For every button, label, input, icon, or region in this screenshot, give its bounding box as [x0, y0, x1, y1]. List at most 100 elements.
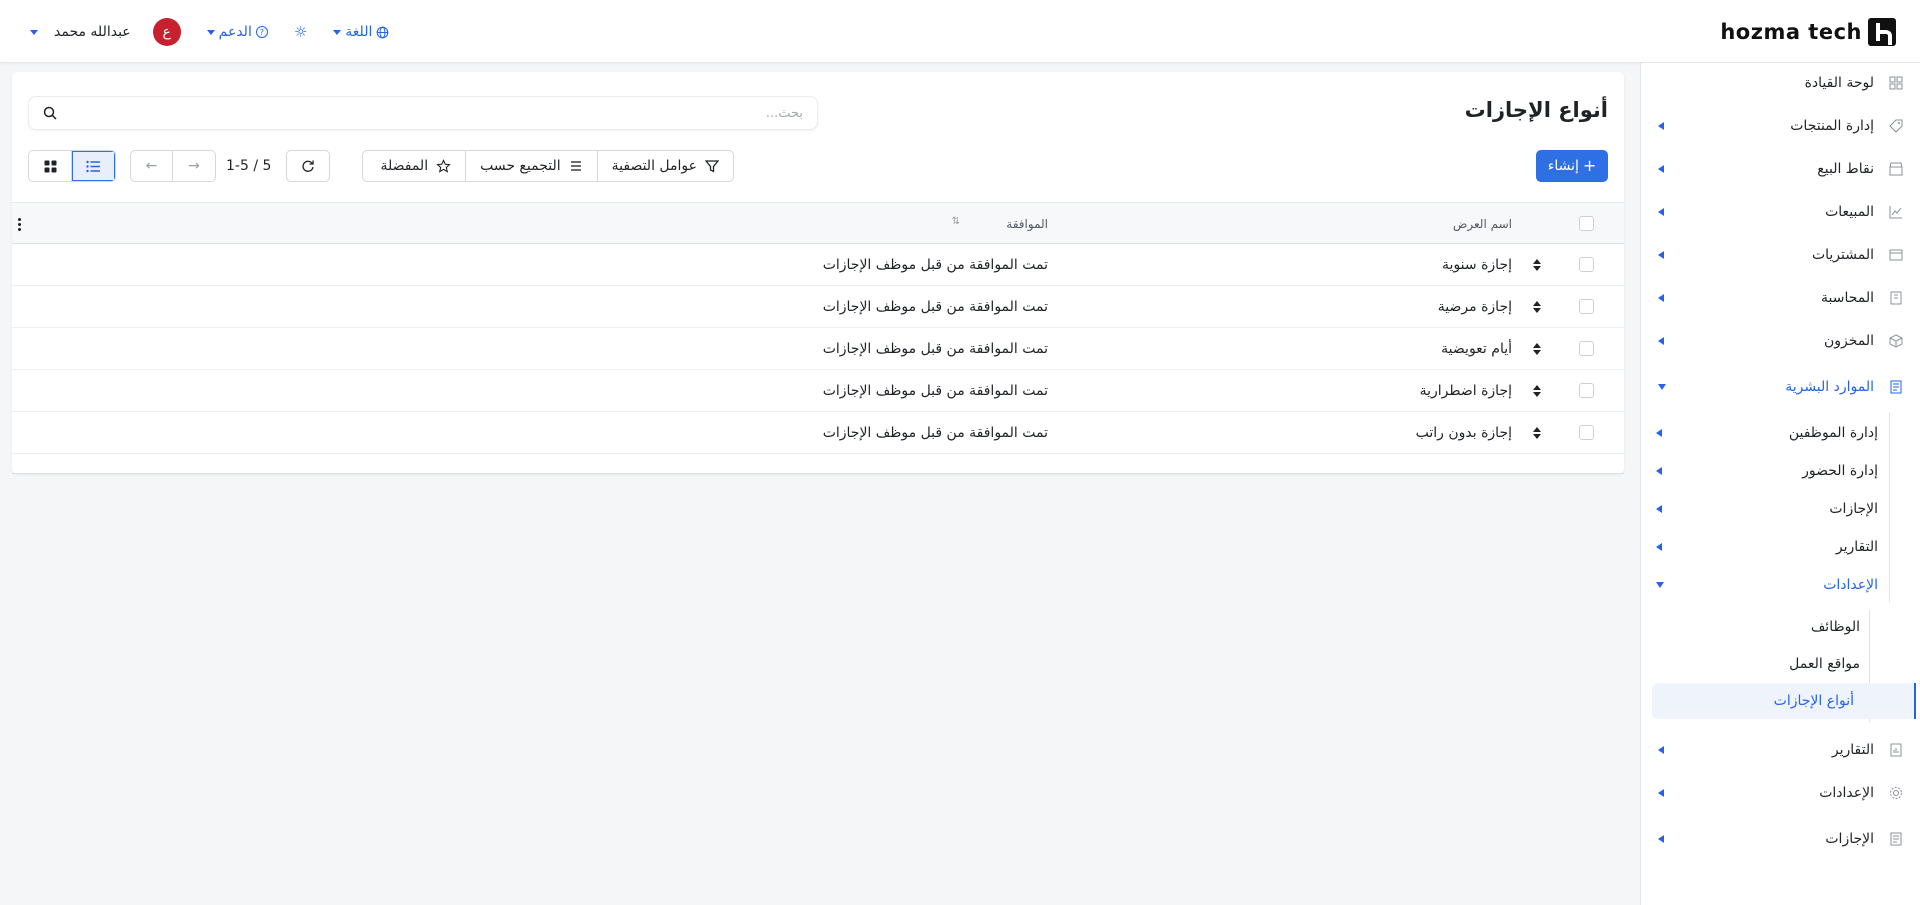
row-checkbox[interactable]: [1579, 341, 1594, 356]
sidebar-item-sales[interactable]: المبيعات: [1640, 194, 1920, 230]
chevron-left-icon: [1658, 251, 1664, 259]
row-checkbox[interactable]: [1579, 257, 1594, 272]
column-header-name[interactable]: اسم العرض: [1453, 203, 1512, 245]
sidebar-subitem-reports[interactable]: التقارير: [1648, 530, 1880, 564]
drag-handle-icon[interactable]: [1532, 341, 1542, 357]
dashboard-grid-icon: [1888, 75, 1904, 91]
search-icon[interactable]: [43, 106, 57, 120]
chart-line-icon: [1888, 204, 1904, 220]
chevron-left-icon: [1656, 505, 1662, 513]
sort-icon[interactable]: ⇅: [952, 216, 960, 227]
support-menu[interactable]: الدعم ?: [206, 24, 268, 40]
avatar[interactable]: ع: [152, 18, 181, 46]
sidebar-item-label: التقارير: [1831, 742, 1874, 758]
group-by-button[interactable]: التجميع حسب: [465, 151, 597, 181]
sidebar-leaf-label: الوظائف: [1810, 619, 1860, 635]
sidebar-item-label: الموارد البشرية: [1785, 379, 1874, 395]
store-icon: [1888, 161, 1904, 177]
sidebar-item-inventory[interactable]: المخزون: [1640, 323, 1920, 359]
refresh-button[interactable]: [286, 150, 330, 182]
sidebar-item-label: إدارة المنتجات: [1790, 118, 1874, 134]
filter-toolbar: عوامل التصفية التجميع حسب المفضلة: [362, 150, 734, 182]
sidebar-subitem-leaves[interactable]: الإجازات: [1648, 492, 1880, 526]
view-toggle: [28, 150, 116, 182]
sidebar-item-hr[interactable]: الموارد البشرية: [1640, 369, 1920, 405]
column-header-approval[interactable]: الموافقة: [1006, 203, 1048, 245]
search-input[interactable]: [57, 105, 803, 121]
chevron-left-icon: [1656, 543, 1662, 551]
table-row[interactable]: إجازة سنوية تمت الموافقة من قبل موظف الإ…: [12, 244, 1624, 286]
chevron-left-icon: [1658, 294, 1664, 302]
sidebar-item-purchases[interactable]: المشتريات: [1640, 237, 1920, 273]
cell-name: إجازة اضطرارية: [1419, 383, 1512, 399]
filters-button[interactable]: عوامل التصفية: [596, 151, 733, 181]
drag-handle-icon[interactable]: [1532, 299, 1542, 315]
sidebar-item-accounting[interactable]: المحاسبة: [1640, 280, 1920, 316]
sidebar-item-label: لوحة القيادة: [1804, 75, 1874, 91]
theme-toggle-sun-icon[interactable]: ☼: [294, 23, 307, 41]
sidebar-item-dashboard[interactable]: لوحة القيادة: [1640, 65, 1920, 101]
sidebar: لوحة القيادة إدارة المنتجات نقاط البيع ا…: [1640, 63, 1920, 905]
table-row[interactable]: إجازة اضطرارية تمت الموافقة من قبل موظف …: [12, 370, 1624, 412]
chevron-left-icon: [1656, 429, 1662, 437]
chevron-left-icon: [1658, 746, 1664, 754]
user-menu[interactable]: عبدالله محمد ع: [30, 18, 181, 46]
sidebar-leaf-work-locations[interactable]: مواقع العمل: [1656, 646, 1920, 682]
list-icon: [86, 160, 100, 172]
cell-approval: تمت الموافقة من قبل موظف الإجازات: [822, 341, 1048, 357]
sidebar-leaf-leave-types[interactable]: أنواع الإجازات: [1652, 683, 1916, 719]
grid-icon: [44, 160, 56, 172]
chevron-down-icon: [1658, 384, 1666, 390]
sidebar-item-leaves[interactable]: الإجازات: [1640, 821, 1920, 857]
next-page-button[interactable]: →: [173, 151, 215, 181]
sidebar-subitem-label: الإجازات: [1829, 501, 1878, 517]
building-icon: [1888, 290, 1904, 306]
previous-page-button[interactable]: ←: [131, 151, 174, 181]
sidebar-leaf-label: أنواع الإجازات: [1773, 693, 1854, 709]
sidebar-subitem-attendance[interactable]: إدارة الحضور: [1648, 454, 1880, 488]
table-row[interactable]: إجازة مرضية تمت الموافقة من قبل موظف الإ…: [12, 286, 1624, 328]
create-label: إنشاء: [1547, 158, 1579, 174]
create-button[interactable]: + إنشاء: [1536, 150, 1608, 182]
drag-handle-icon[interactable]: [1532, 257, 1542, 273]
row-checkbox[interactable]: [1579, 425, 1594, 440]
drag-handle-icon[interactable]: [1532, 425, 1542, 441]
kanban-view-button[interactable]: [29, 151, 73, 181]
column-options-icon[interactable]: [16, 215, 22, 233]
row-checkbox[interactable]: [1579, 299, 1594, 314]
sidebar-subitem-label: الإعدادات: [1823, 577, 1878, 593]
row-checkbox[interactable]: [1579, 383, 1594, 398]
pager-buttons: ← →: [130, 150, 216, 182]
star-icon: [436, 158, 451, 173]
filters-label: عوامل التصفية: [611, 158, 697, 174]
help-icon: ?: [255, 26, 268, 38]
plus-icon: +: [1582, 156, 1597, 175]
chevron-left-icon: [1658, 337, 1664, 345]
chevron-left-icon: [1658, 789, 1664, 797]
table-row[interactable]: إجازة بدون راتب تمت الموافقة من قبل موظف…: [12, 412, 1624, 454]
language-menu[interactable]: اللغة: [333, 24, 389, 40]
sidebar-subitem-employees[interactable]: إدارة الموظفين: [1648, 416, 1880, 450]
chevron-down-icon: [206, 29, 215, 35]
box-icon: [1888, 333, 1904, 349]
sidebar-item-settings[interactable]: الإعدادات: [1640, 775, 1920, 811]
table-row[interactable]: أيام تعويضية تمت الموافقة من قبل موظف ال…: [12, 328, 1624, 370]
chevron-left-icon: [1658, 835, 1664, 843]
table-header: اسم العرض الموافقة ⇅: [12, 202, 1624, 244]
list-view-button[interactable]: [72, 151, 115, 181]
drag-handle-icon[interactable]: [1532, 383, 1542, 399]
sidebar-item-products[interactable]: إدارة المنتجات: [1640, 108, 1920, 144]
group-by-label: التجميع حسب: [480, 158, 561, 174]
report-icon: [1888, 742, 1904, 758]
tag-icon: [1888, 118, 1904, 134]
sidebar-subitem-settings[interactable]: الإعدادات: [1648, 568, 1880, 602]
cell-approval: تمت الموافقة من قبل موظف الإجازات: [822, 257, 1048, 273]
brand-name: hozma tech: [1720, 20, 1862, 44]
sidebar-leaf-jobs[interactable]: الوظائف: [1656, 609, 1920, 645]
sidebar-item-reports[interactable]: التقارير: [1640, 732, 1920, 768]
favorites-button[interactable]: المفضلة: [366, 151, 465, 181]
table-footer: [12, 454, 1624, 474]
select-all-checkbox[interactable]: [1579, 216, 1594, 231]
brand-logo[interactable]: hozma tech: [1720, 17, 1896, 47]
sidebar-item-pos[interactable]: نقاط البيع: [1640, 151, 1920, 187]
